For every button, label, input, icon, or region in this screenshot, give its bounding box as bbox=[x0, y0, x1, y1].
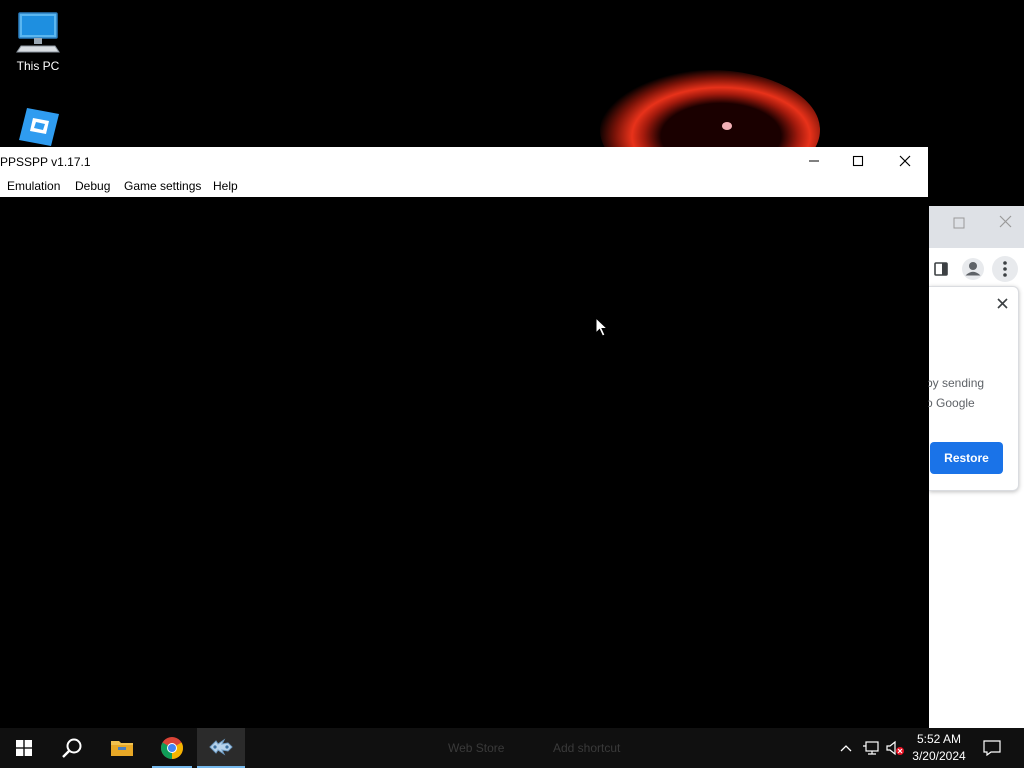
menu-bar: Emulation Debug Game settings Help bbox=[0, 175, 928, 198]
notification-center-button[interactable] bbox=[980, 728, 1004, 768]
search-button[interactable] bbox=[48, 728, 96, 768]
maximize-icon bbox=[852, 155, 864, 167]
menu-emulation[interactable]: Emulation bbox=[7, 179, 60, 193]
restore-button[interactable]: Restore bbox=[930, 442, 1003, 474]
popup-text-line2: o Google bbox=[926, 396, 975, 410]
close-button[interactable] bbox=[882, 147, 928, 175]
taskbar-ppsspp[interactable] bbox=[197, 728, 245, 768]
menu-debug[interactable]: Debug bbox=[75, 179, 110, 193]
desktop-icon-this-pc[interactable]: This PC bbox=[3, 10, 73, 73]
chrome-window: by sending o Google Restore bbox=[926, 206, 1024, 728]
maximize-button[interactable] bbox=[835, 147, 881, 175]
popup-close-icon[interactable] bbox=[997, 296, 1008, 314]
emulator-screen[interactable] bbox=[0, 197, 928, 740]
volume-muted-icon bbox=[886, 740, 904, 756]
close-icon[interactable] bbox=[999, 215, 1012, 233]
taskbar-file-explorer[interactable] bbox=[98, 728, 146, 768]
menu-help[interactable]: Help bbox=[213, 179, 238, 193]
roblox-studio-icon bbox=[19, 108, 59, 146]
ghost-text-add-shortcut: Add shortcut bbox=[553, 741, 621, 755]
popup-text-line1: by sending bbox=[926, 376, 985, 390]
menu-game-settings[interactable]: Game settings bbox=[124, 179, 201, 193]
search-icon bbox=[62, 738, 82, 758]
chrome-icon bbox=[161, 737, 183, 759]
side-panel-icon[interactable] bbox=[934, 262, 948, 281]
volume-tray-button[interactable] bbox=[885, 728, 907, 768]
monitor-icon bbox=[16, 12, 60, 53]
taskbar-chrome[interactable] bbox=[148, 728, 196, 768]
windows-start-icon bbox=[16, 740, 32, 756]
mouse-cursor-icon bbox=[595, 317, 609, 337]
window-title: PPSSPP v1.17.1 bbox=[0, 155, 91, 169]
show-hidden-icons-button[interactable] bbox=[837, 728, 855, 768]
minimize-icon bbox=[809, 160, 819, 162]
ghost-text-web-store: Web Store bbox=[448, 741, 505, 755]
chrome-menu-icon[interactable] bbox=[992, 256, 1018, 287]
clock-time: 5:52 AM bbox=[916, 732, 962, 746]
maximize-icon[interactable] bbox=[953, 216, 965, 234]
taskbar: Web Store Add shortcut 5:52 AM 3/20/2024 bbox=[0, 728, 1024, 768]
wallpaper-dot bbox=[722, 122, 732, 130]
ppsspp-window: PPSSPP v1.17.1 Emulation Debug Game sett… bbox=[0, 147, 928, 740]
ppsspp-icon bbox=[209, 738, 233, 756]
chevron-up-icon bbox=[840, 745, 852, 752]
start-button[interactable] bbox=[0, 728, 48, 768]
desktop-icon-label: This PC bbox=[16, 59, 60, 73]
minimize-button[interactable] bbox=[791, 147, 837, 175]
ppsspp-titlebar[interactable]: PPSSPP v1.17.1 bbox=[0, 147, 928, 175]
file-explorer-icon bbox=[111, 741, 133, 756]
taskbar-clock[interactable]: 5:52 AM 3/20/2024 bbox=[905, 731, 973, 765]
notification-icon bbox=[983, 740, 1001, 756]
desktop-icon-roblox-studio[interactable] bbox=[3, 104, 73, 151]
chrome-toolbar bbox=[929, 248, 1024, 290]
clock-date: 3/20/2024 bbox=[912, 749, 966, 763]
close-icon bbox=[899, 155, 911, 167]
restore-pages-popup: by sending o Google Restore bbox=[926, 286, 1019, 491]
chrome-titlebar bbox=[929, 206, 1024, 248]
network-tray-button[interactable] bbox=[861, 728, 881, 768]
profile-icon[interactable] bbox=[962, 258, 984, 285]
network-icon bbox=[863, 741, 879, 755]
